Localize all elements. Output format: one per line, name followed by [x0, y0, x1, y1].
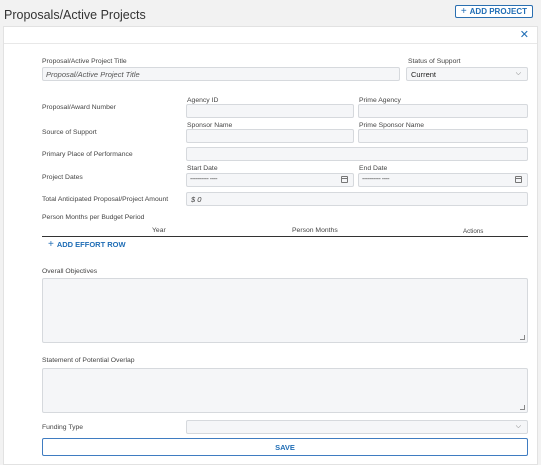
calendar-icon[interactable] [341, 176, 348, 183]
resize-handle-icon[interactable] [520, 405, 525, 410]
end-date-input[interactable]: ---------- ---- [358, 173, 528, 187]
chevron-down-icon: ⌵ [515, 70, 521, 77]
funding-type-select[interactable]: ⌵ [186, 420, 528, 434]
source-support-label: Source of Support [42, 129, 97, 136]
prime-agency-input[interactable] [358, 104, 528, 118]
sponsor-name-label: Sponsor Name [187, 122, 233, 129]
end-date-label: End Date [359, 165, 388, 172]
objectives-label: Overall Objectives [42, 268, 98, 275]
objectives-textarea[interactable] [42, 278, 528, 343]
plus-icon: + [48, 239, 54, 250]
col-actions-header: Actions [463, 228, 484, 235]
start-date-input[interactable]: ---------- ---- [186, 173, 354, 187]
primary-place-input[interactable] [186, 147, 528, 161]
project-title-input[interactable]: Proposal/Active Project Title [42, 67, 400, 81]
end-date-placeholder: ---------- ---- [362, 176, 390, 183]
agency-id-input[interactable] [186, 104, 354, 118]
add-project-button[interactable]: + ADD PROJECT [454, 5, 533, 18]
person-months-label: Person Months per Budget Period [42, 214, 145, 221]
start-date-placeholder: ---------- ---- [190, 176, 218, 183]
table-divider [42, 236, 528, 237]
award-number-label: Proposal/Award Number [42, 104, 116, 111]
calendar-icon[interactable] [515, 176, 522, 183]
status-label: Status of Support [408, 58, 461, 65]
amount-input[interactable]: $ 0 [186, 192, 528, 206]
overlap-textarea[interactable] [42, 368, 528, 413]
project-title-placeholder: Proposal/Active Project Title [46, 70, 140, 79]
project-title-label: Proposal/Active Project Title [42, 58, 127, 65]
resize-handle-icon[interactable] [520, 335, 525, 340]
funding-type-label: Funding Type [42, 424, 84, 431]
total-amount-label: Total Anticipated Proposal/Project Amoun… [42, 196, 169, 203]
amount-value: $ 0 [191, 195, 202, 204]
status-select[interactable]: Current ⌵ [406, 67, 528, 81]
page-title: Proposals/Active Projects [4, 8, 146, 22]
start-date-label: Start Date [187, 165, 218, 172]
chevron-down-icon: ⌵ [515, 423, 521, 430]
add-project-label: ADD PROJECT [469, 7, 527, 16]
save-button[interactable]: SAVE [42, 438, 528, 456]
prime-agency-label: Prime Agency [359, 97, 401, 104]
add-effort-row-button[interactable]: + ADD EFFORT ROW [48, 239, 126, 250]
col-year-header: Year [152, 227, 166, 234]
sponsor-name-input[interactable] [186, 129, 354, 143]
prime-sponsor-input[interactable] [358, 129, 528, 143]
project-dates-label: Project Dates [42, 174, 83, 181]
overlap-label: Statement of Potential Overlap [42, 357, 135, 364]
close-icon[interactable]: ✕ [520, 28, 529, 41]
plus-icon: + [460, 6, 467, 17]
agency-id-label: Agency ID [187, 97, 219, 104]
card-header: ✕ [4, 27, 537, 44]
status-value: Current [411, 70, 437, 79]
primary-place-label: Primary Place of Performance [42, 151, 133, 158]
prime-sponsor-label: Prime Sponsor Name [359, 122, 424, 129]
add-effort-label: ADD EFFORT ROW [56, 240, 126, 249]
col-person-months-header: Person Months [292, 227, 338, 234]
